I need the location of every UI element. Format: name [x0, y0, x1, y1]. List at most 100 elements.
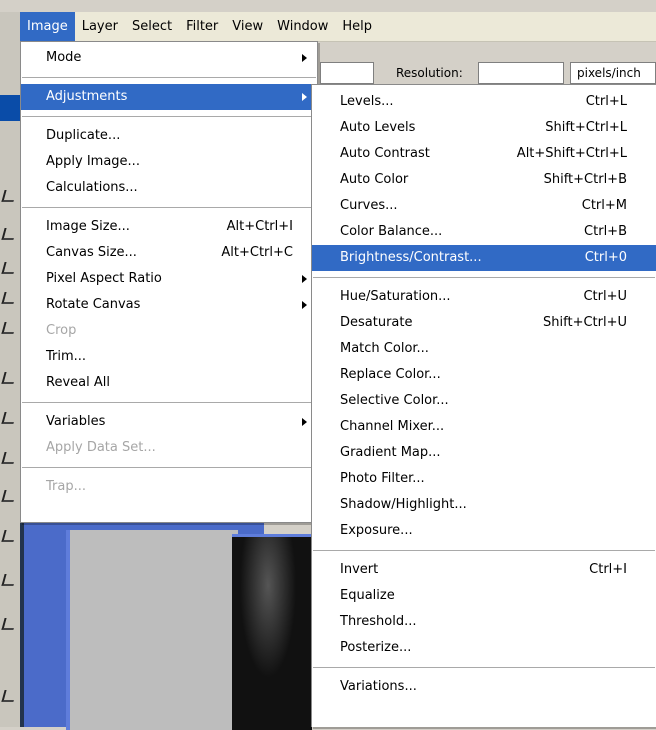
resolution-field[interactable] — [478, 62, 564, 84]
document-image — [232, 534, 312, 730]
menu-window[interactable]: Window — [270, 12, 335, 42]
submenu-arrow-icon — [302, 275, 307, 283]
menu-item-label: Desaturate — [340, 315, 413, 330]
menu-separator — [313, 277, 655, 278]
menu-separator — [22, 207, 316, 208]
tool-icon[interactable] — [1, 190, 17, 202]
image-menu-item-calculations[interactable]: Calculations... — [21, 175, 317, 201]
tool-icon[interactable] — [1, 618, 17, 630]
menu-help[interactable]: Help — [335, 12, 379, 42]
menu-item-label: Auto Color — [340, 172, 409, 187]
image-menu-item-image-size[interactable]: Image Size... Alt+Ctrl+I — [21, 214, 317, 240]
adjustments-item-hue-saturation[interactable]: Hue/Saturation... Ctrl+U — [312, 284, 656, 310]
tool-icon[interactable] — [1, 322, 17, 334]
adjustments-submenu: Levels... Ctrl+L Auto Levels Shift+Ctrl+L Au… — [311, 84, 656, 727]
shortcut-label: Shift+Ctrl+B — [543, 172, 627, 187]
image-menu-item-trim[interactable]: Trim... — [21, 344, 317, 370]
shortcut-label: Ctrl+I — [589, 562, 627, 577]
adjustments-item-equalize[interactable]: Equalize — [312, 583, 656, 609]
menu-item-label: Shadow/Highlight... — [340, 497, 467, 512]
adjustments-item-shadow-highlight[interactable]: Shadow/Highlight... — [312, 492, 656, 518]
menu-item-label: Photo Filter... — [340, 471, 425, 486]
tool-icon[interactable] — [1, 574, 17, 586]
menu-item-label: Posterize... — [340, 640, 412, 655]
adjustments-item-auto-contrast[interactable]: Auto Contrast Alt+Shift+Ctrl+L — [312, 141, 656, 167]
tool-icon[interactable] — [1, 530, 17, 542]
menu-item-label: Replace Color... — [340, 367, 441, 382]
menu-image[interactable]: Image — [20, 11, 75, 42]
tool-icon[interactable] — [1, 228, 17, 240]
image-menu-item-reveal-all[interactable]: Reveal All — [21, 370, 317, 396]
submenu-arrow-icon — [302, 418, 307, 426]
image-menu-item-apply-image[interactable]: Apply Image... — [21, 149, 317, 175]
height-field[interactable] — [320, 62, 374, 84]
menu-separator — [22, 77, 316, 78]
menu-item-label: Variations... — [340, 679, 417, 694]
adjustments-item-auto-levels[interactable]: Auto Levels Shift+Ctrl+L — [312, 115, 656, 141]
menu-separator — [22, 116, 316, 117]
menu-item-label: Variables — [46, 414, 106, 429]
menu-select[interactable]: Select — [125, 12, 179, 42]
resolution-label: Resolution: — [396, 66, 463, 80]
menu-separator — [313, 667, 655, 668]
menu-item-label: Pixel Aspect Ratio — [46, 271, 162, 286]
tool-icon[interactable] — [1, 490, 17, 502]
menu-item-label: Exposure... — [340, 523, 413, 538]
adjustments-item-selective-color[interactable]: Selective Color... — [312, 388, 656, 414]
tool-icon[interactable] — [1, 262, 17, 274]
image-menu-item-trap: Trap... — [21, 474, 317, 500]
shortcut-label: Ctrl+M — [581, 198, 627, 213]
shortcut-label: Shift+Ctrl+U — [543, 315, 627, 330]
adjustments-item-photo-filter[interactable]: Photo Filter... — [312, 466, 656, 492]
menu-item-label: Apply Image... — [46, 154, 140, 169]
menu-bar: Image Layer Select Filter View Window Help — [20, 11, 656, 42]
adjustments-item-posterize[interactable]: Posterize... — [312, 635, 656, 661]
shortcut-label: Ctrl+B — [584, 224, 627, 239]
menu-item-label: Auto Levels — [340, 120, 416, 135]
adjustments-item-levels[interactable]: Levels... Ctrl+L — [312, 89, 656, 115]
adjustments-item-replace-color[interactable]: Replace Color... — [312, 362, 656, 388]
menu-item-label: Adjustments — [46, 89, 128, 104]
adjustments-item-desaturate[interactable]: Desaturate Shift+Ctrl+U — [312, 310, 656, 336]
menu-item-label: Trap... — [46, 479, 86, 494]
image-menu-item-apply-data-set: Apply Data Set... — [21, 435, 317, 461]
image-menu-item-mode[interactable]: Mode — [21, 45, 317, 71]
adjustments-item-invert[interactable]: Invert Ctrl+I — [312, 557, 656, 583]
adjustments-item-exposure[interactable]: Exposure... — [312, 518, 656, 544]
menu-item-label: Image Size... — [46, 219, 130, 234]
image-menu-item-rotate-canvas[interactable]: Rotate Canvas — [21, 292, 317, 318]
adjustments-item-gradient-map[interactable]: Gradient Map... — [312, 440, 656, 466]
adjustments-item-curves[interactable]: Curves... Ctrl+M — [312, 193, 656, 219]
menu-item-label: Channel Mixer... — [340, 419, 445, 434]
adjustments-item-variations[interactable]: Variations... — [312, 674, 656, 700]
adjustments-item-channel-mixer[interactable]: Channel Mixer... — [312, 414, 656, 440]
tool-icon[interactable] — [1, 690, 17, 702]
menu-item-label: Duplicate... — [46, 128, 121, 143]
image-menu-item-adjustments[interactable]: Adjustments — [21, 84, 317, 110]
menu-view[interactable]: View — [225, 12, 270, 42]
menu-layer[interactable]: Layer — [75, 12, 125, 42]
image-menu-item-duplicate[interactable]: Duplicate... — [21, 123, 317, 149]
adjustments-item-auto-color[interactable]: Auto Color Shift+Ctrl+B — [312, 167, 656, 193]
adjustments-item-brightness-contrast[interactable]: Brightness/Contrast... Ctrl+0 — [312, 245, 656, 271]
tool-icon[interactable] — [1, 292, 17, 304]
adjustments-item-match-color[interactable]: Match Color... — [312, 336, 656, 362]
image-menu-item-canvas-size[interactable]: Canvas Size... Alt+Ctrl+C — [21, 240, 317, 266]
menu-filter[interactable]: Filter — [179, 12, 225, 42]
adjustments-item-color-balance[interactable]: Color Balance... Ctrl+B — [312, 219, 656, 245]
shortcut-label: Alt+Shift+Ctrl+L — [516, 146, 627, 161]
menu-item-label: Color Balance... — [340, 224, 443, 239]
image-menu-item-pixel-aspect-ratio[interactable]: Pixel Aspect Ratio — [21, 266, 317, 292]
menu-item-label: Match Color... — [340, 341, 429, 356]
tool-icon[interactable] — [1, 412, 17, 424]
shortcut-label: Ctrl+0 — [584, 250, 627, 265]
resolution-units-select[interactable]: pixels/inch — [570, 62, 656, 84]
image-menu-item-variables[interactable]: Variables — [21, 409, 317, 435]
submenu-arrow-icon — [302, 301, 307, 309]
tool-icon[interactable] — [1, 452, 17, 464]
submenu-arrow-icon — [302, 54, 307, 62]
menu-item-label: Apply Data Set... — [46, 440, 156, 455]
adjustments-item-threshold[interactable]: Threshold... — [312, 609, 656, 635]
tool-icon[interactable] — [1, 372, 17, 384]
title-bar-strip — [0, 0, 656, 12]
